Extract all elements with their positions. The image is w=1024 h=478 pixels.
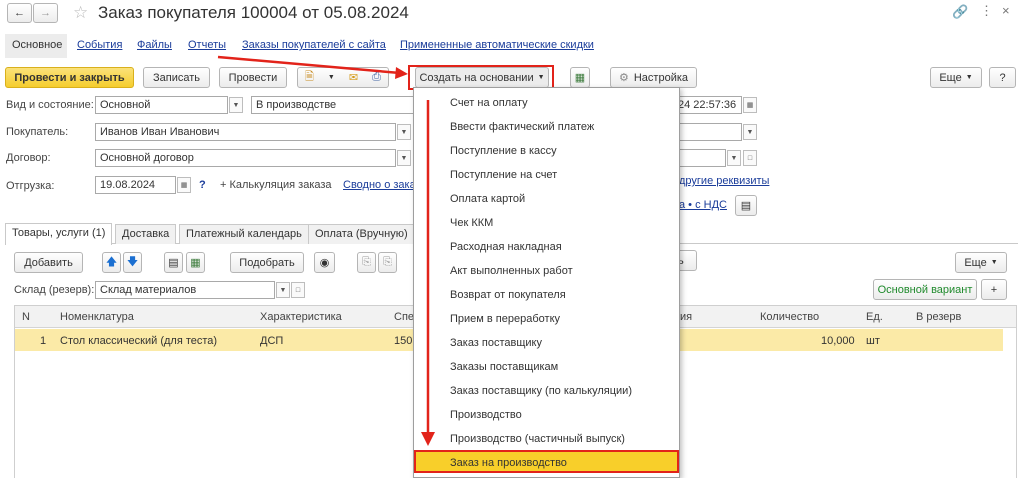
annotation-arrowhead-vertical bbox=[421, 432, 435, 446]
annotation-arrow-vertical-layer bbox=[421, 100, 435, 446]
